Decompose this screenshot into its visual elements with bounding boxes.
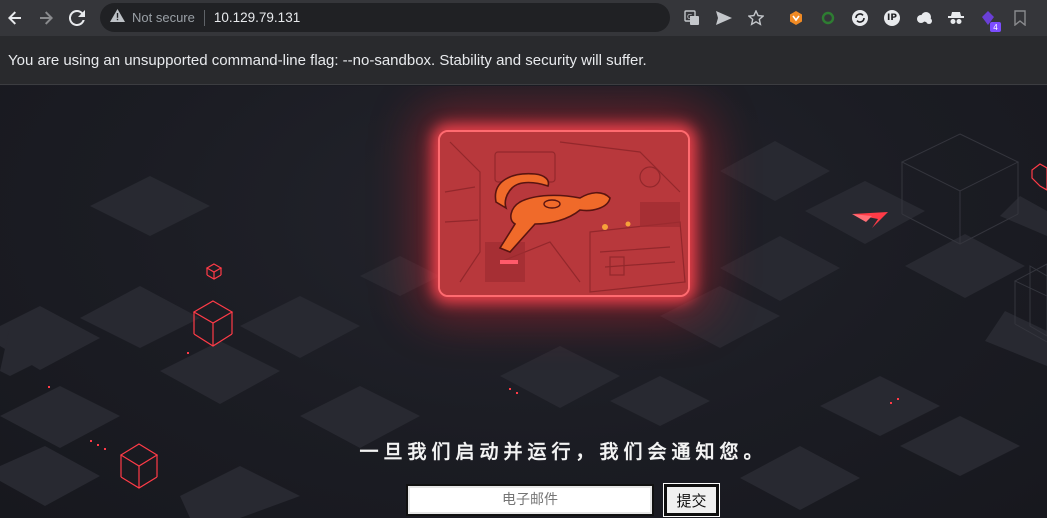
extensions-area: IP 4 xyxy=(780,4,1036,32)
reload-button[interactable] xyxy=(63,4,91,32)
extension-gem-icon[interactable]: 4 xyxy=(972,4,1004,32)
extension-swirl-icon[interactable] xyxy=(844,4,876,32)
hero-image xyxy=(438,130,690,297)
email-input[interactable] xyxy=(406,484,654,516)
omnibox-divider xyxy=(203,9,205,26)
address-bar[interactable]: Not secure 10.129.79.131 xyxy=(100,3,670,32)
extension-ip-icon[interactable]: IP xyxy=(876,4,908,32)
url-text[interactable]: 10.129.79.131 xyxy=(214,10,300,25)
browser-toolbar: Not secure 10.129.79.131 G IP 4 xyxy=(0,0,1047,36)
extension-spy-icon[interactable] xyxy=(940,4,972,32)
send-icon[interactable] xyxy=(708,6,740,30)
arrow-left-icon xyxy=(8,11,21,25)
security-label[interactable]: Not secure xyxy=(132,10,195,25)
warning-icon xyxy=(110,9,128,26)
reload-icon xyxy=(69,10,85,26)
submit-button[interactable]: 提交 xyxy=(663,483,720,517)
hero-illustration xyxy=(440,132,688,295)
bookmark-star-icon[interactable] xyxy=(740,6,772,30)
extension-badge: 4 xyxy=(990,22,1001,32)
page-content: 一旦我们启动并运行，我们会通知您。 提交 xyxy=(0,86,1047,518)
extension-ring-icon[interactable] xyxy=(812,4,844,32)
extension-cloud-icon[interactable] xyxy=(908,4,940,32)
omnibox-actions: G xyxy=(676,6,772,30)
infobar-message: You are using an unsupported command-lin… xyxy=(8,51,647,69)
extension-fox-icon[interactable] xyxy=(780,4,812,32)
reading-list-icon[interactable] xyxy=(1004,4,1036,32)
launch-notice-heading: 一旦我们启动并运行，我们会通知您。 xyxy=(359,441,768,463)
arrow-right-icon xyxy=(40,11,53,25)
sandbox-warning-infobar: You are using an unsupported command-lin… xyxy=(0,36,1047,85)
translate-icon[interactable]: G xyxy=(676,6,708,30)
back-button[interactable] xyxy=(1,4,29,32)
svg-text:G: G xyxy=(687,13,692,21)
forward-button[interactable] xyxy=(32,4,60,32)
